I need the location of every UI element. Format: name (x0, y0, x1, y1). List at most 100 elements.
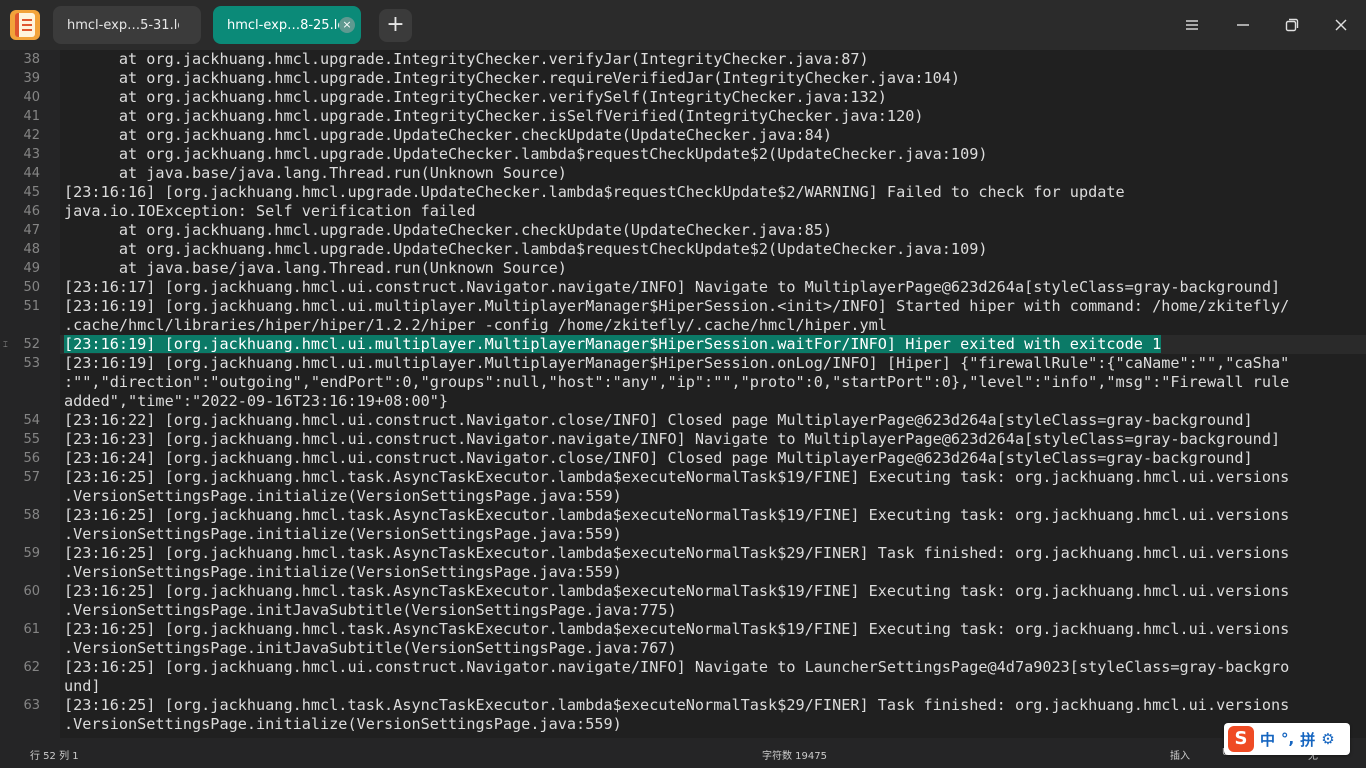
line-text[interactable]: at org.jackhuang.hmcl.upgrade.UpdateChec… (64, 240, 1354, 259)
line-text[interactable]: at org.jackhuang.hmcl.upgrade.UpdateChec… (64, 126, 1354, 145)
line-text[interactable]: at org.jackhuang.hmcl.upgrade.IntegrityC… (64, 69, 1354, 88)
line-number: 58 (23, 508, 40, 523)
line-number: 44 (23, 166, 40, 181)
editor-line[interactable]: 62 [23:16:25] [org.jackhuang.hmcl.ui.cons… (0, 658, 1366, 696)
line-number: 55 (23, 432, 40, 447)
line-text[interactable]: [23:16:25] [org.jackhuang.hmcl.task.Asyn… (64, 696, 1354, 734)
editor-line[interactable]: 61 [23:16:25] [org.jackhuang.hmcl.task.As… (0, 620, 1366, 658)
line-number: 61 (23, 622, 40, 637)
line-text[interactable]: [23:16:23] [org.jackhuang.hmcl.ui.constr… (64, 430, 1354, 449)
ime-pinyin[interactable]: 拼 (1300, 729, 1315, 750)
line-text[interactable]: [23:16:19] [org.jackhuang.hmcl.ui.multip… (64, 297, 1354, 335)
line-text[interactable]: at org.jackhuang.hmcl.upgrade.UpdateChec… (64, 145, 1354, 164)
line-text[interactable]: [23:16:25] [org.jackhuang.hmcl.task.Asyn… (64, 544, 1354, 582)
line-text[interactable]: [23:16:25] [org.jackhuang.hmcl.task.Asyn… (64, 468, 1354, 506)
tab-label: hmcl-exp…5-31.log (67, 17, 179, 33)
insert-mode[interactable]: 插入 (1170, 747, 1190, 762)
line-text[interactable]: [23:16:19] [org.jackhuang.hmcl.ui.multip… (64, 354, 1354, 411)
ime-toolbar[interactable]: S 中 °, 拼 ⚙ (1224, 723, 1350, 755)
cursor-position[interactable]: 行 52 列 1 (30, 747, 79, 762)
line-number: 51 (23, 299, 40, 314)
line-number: 45 (23, 185, 40, 200)
line-number: 56 (23, 451, 40, 466)
title-bar: hmcl-exp…5-31.log hmcl-exp…8-25.log × + (0, 0, 1366, 50)
line-number: 60 (23, 584, 40, 599)
editor-line[interactable]: 63 [23:16:25] [org.jackhuang.hmcl.task.As… (0, 696, 1366, 734)
line-number: 50 (23, 280, 40, 295)
line-text[interactable]: at org.jackhuang.hmcl.upgrade.IntegrityC… (64, 88, 1354, 107)
editor-line[interactable]: 55 [23:16:23] [org.jackhuang.hmcl.ui.cons… (0, 430, 1366, 449)
line-text[interactable]: at org.jackhuang.hmcl.upgrade.IntegrityC… (64, 50, 1354, 69)
line-text[interactable]: java.io.IOException: Self verification f… (64, 202, 1354, 221)
line-number: 42 (23, 128, 40, 143)
line-text[interactable]: at org.jackhuang.hmcl.upgrade.IntegrityC… (64, 107, 1354, 126)
editor-line[interactable]: 51 [23:16:19] [org.jackhuang.hmcl.ui.mult… (0, 297, 1366, 335)
line-number: 52 (23, 337, 40, 352)
line-text[interactable]: [23:16:22] [org.jackhuang.hmcl.ui.constr… (64, 411, 1354, 430)
menu-icon[interactable] (1177, 10, 1207, 40)
line-number: 47 (23, 223, 40, 238)
line-text[interactable]: at java.base/java.lang.Thread.run(Unknow… (64, 259, 1354, 278)
editor-line[interactable]: 46 java.io.IOException: Self verification… (0, 202, 1366, 221)
line-number: 40 (23, 90, 40, 105)
line-number: 41 (23, 109, 40, 124)
line-text[interactable]: [23:16:17] [org.jackhuang.hmcl.ui.constr… (64, 278, 1354, 297)
close-icon[interactable] (1326, 10, 1356, 40)
line-text[interactable]: at java.base/java.lang.Thread.run(Unknow… (64, 164, 1354, 183)
editor-line[interactable]: 44 at java.base/java.lang.Thread.run(Unk… (0, 164, 1366, 183)
line-number: 46 (23, 204, 40, 219)
close-tab-icon[interactable]: × (339, 17, 355, 33)
ime-punctuation[interactable]: °, (1281, 730, 1294, 748)
editor-line[interactable]: 38 at org.jackhuang.hmcl.upgrade.Integri… (0, 50, 1366, 69)
line-number: 63 (23, 698, 40, 713)
notes-app-icon[interactable] (10, 10, 40, 40)
editor-line[interactable]: 52 [23:16:19] [org.jackhuang.hmcl.ui.mult… (0, 335, 1366, 354)
editor-line[interactable]: 60 [23:16:25] [org.jackhuang.hmcl.task.As… (0, 582, 1366, 620)
tab-label: hmcl-exp…8-25.log (227, 17, 339, 33)
editor-line[interactable]: 53 [23:16:19] [org.jackhuang.hmcl.ui.mult… (0, 354, 1366, 411)
line-text[interactable]: [23:16:25] [org.jackhuang.hmcl.task.Asyn… (64, 582, 1354, 620)
line-text[interactable]: [23:16:19] [org.jackhuang.hmcl.ui.multip… (64, 335, 1354, 354)
ime-mode[interactable]: 中 (1260, 729, 1275, 750)
editor-line[interactable]: 49 at java.base/java.lang.Thread.run(Unk… (0, 259, 1366, 278)
editor-line[interactable]: 59 [23:16:25] [org.jackhuang.hmcl.task.As… (0, 544, 1366, 582)
sogou-logo-icon[interactable]: S (1228, 726, 1254, 752)
add-tab-button[interactable]: + (379, 9, 412, 42)
line-number: 43 (23, 147, 40, 162)
line-text[interactable]: [23:16:24] [org.jackhuang.hmcl.ui.constr… (64, 449, 1354, 468)
tab-log-05-31[interactable]: hmcl-exp…5-31.log (53, 6, 201, 44)
editor-line[interactable]: 57 [23:16:25] [org.jackhuang.hmcl.task.As… (0, 468, 1366, 506)
editor-line[interactable]: 40 at org.jackhuang.hmcl.upgrade.Integri… (0, 88, 1366, 107)
selected-text[interactable]: [23:16:19] [org.jackhuang.hmcl.ui.multip… (64, 335, 1162, 353)
char-count: 字符数 19475 (762, 751, 827, 762)
editor-line[interactable]: 45 [23:16:16] [org.jackhuang.hmcl.upgrade… (0, 183, 1366, 202)
editor-line[interactable]: 54 [23:16:22] [org.jackhuang.hmcl.ui.cons… (0, 411, 1366, 430)
line-text[interactable]: [23:16:16] [org.jackhuang.hmcl.upgrade.U… (64, 183, 1354, 202)
line-number: 59 (23, 546, 40, 561)
line-text[interactable]: [23:16:25] [org.jackhuang.hmcl.task.Asyn… (64, 506, 1354, 544)
editor-line[interactable]: 58 [23:16:25] [org.jackhuang.hmcl.task.As… (0, 506, 1366, 544)
editor-line[interactable]: 41 at org.jackhuang.hmcl.upgrade.Integri… (0, 107, 1366, 126)
minimize-icon[interactable] (1228, 10, 1258, 40)
line-text[interactable]: [23:16:25] [org.jackhuang.hmcl.task.Asyn… (64, 620, 1354, 658)
status-bar: 行 52 列 1 字符数 19475 插入 UTF-8 无 (0, 738, 1366, 768)
line-number: 49 (23, 261, 40, 276)
editor-line[interactable]: 48 at org.jackhuang.hmcl.upgrade.UpdateC… (0, 240, 1366, 259)
editor-line[interactable]: 39 at org.jackhuang.hmcl.upgrade.Integri… (0, 69, 1366, 88)
editor-line[interactable]: 43 at org.jackhuang.hmcl.upgrade.UpdateC… (0, 145, 1366, 164)
editor-line[interactable]: 50 [23:16:17] [org.jackhuang.hmcl.ui.cons… (0, 278, 1366, 297)
line-text[interactable]: [23:16:25] [org.jackhuang.hmcl.ui.constr… (64, 658, 1354, 696)
line-number: 62 (23, 660, 40, 675)
line-text[interactable]: at org.jackhuang.hmcl.upgrade.UpdateChec… (64, 221, 1354, 240)
line-number: 53 (23, 356, 40, 371)
ime-settings-icon[interactable]: ⚙ (1321, 730, 1334, 748)
editor-line[interactable]: 42 at org.jackhuang.hmcl.upgrade.UpdateC… (0, 126, 1366, 145)
line-number: 39 (23, 71, 40, 86)
line-number: 38 (23, 52, 40, 67)
editor-line[interactable]: 47 at org.jackhuang.hmcl.upgrade.UpdateC… (0, 221, 1366, 240)
text-editor[interactable]: ⌶ 38 at org.jackhuang.hmcl.upgrade.Integ… (0, 50, 1366, 738)
editor-line[interactable]: 56 [23:16:24] [org.jackhuang.hmcl.ui.cons… (0, 449, 1366, 468)
tab-log-08-25[interactable]: hmcl-exp…8-25.log × (213, 6, 361, 44)
restore-icon[interactable] (1277, 10, 1307, 40)
line-number: 48 (23, 242, 40, 257)
